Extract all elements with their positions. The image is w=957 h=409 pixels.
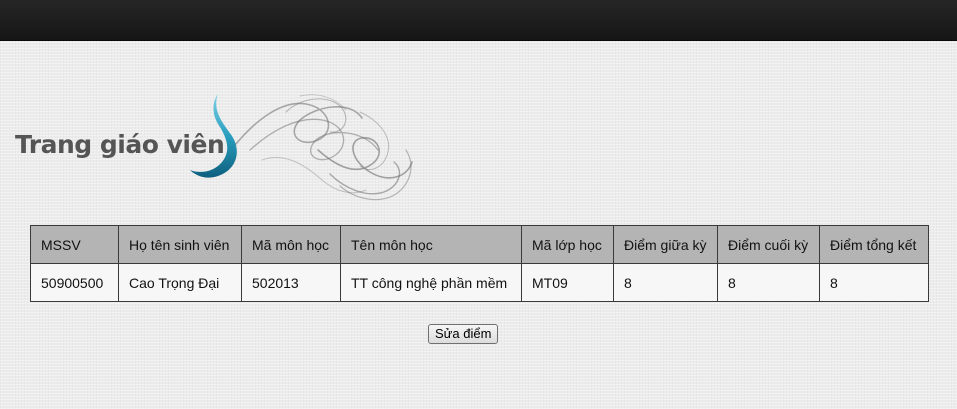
column-header-total-score: Điểm tổng kết: [819, 225, 929, 264]
column-header-final-score: Điểm cuối kỳ: [717, 225, 820, 264]
cell-class-code: MT09: [521, 263, 614, 302]
cell-student-name: Cao Trọng Đại: [118, 263, 242, 302]
table-header-row: MSSV Họ tên sinh viên Mã môn học Tên môn…: [30, 225, 929, 264]
top-navigation-bar: [0, 0, 957, 41]
column-header-mssv: MSSV: [30, 225, 119, 264]
cell-course-code: 502013: [241, 263, 341, 302]
column-header-class-code: Mã lớp học: [521, 225, 614, 264]
column-header-course-name: Tên môn học: [340, 225, 522, 264]
grades-table: MSSV Họ tên sinh viên Mã môn học Tên môn…: [30, 225, 929, 302]
table-row: 50900500 Cao Trọng Đại 502013 TT công ng…: [30, 263, 929, 302]
cell-course-name: TT công nghệ phần mềm: [340, 263, 522, 302]
edit-grades-button[interactable]: Sửa điểm: [428, 324, 499, 344]
cell-final-score: 8: [717, 263, 820, 302]
column-header-midterm-score: Điểm giữa kỳ: [613, 225, 718, 264]
banner-logo: Trang giáo viên: [0, 90, 440, 210]
cell-mssv: 50900500: [30, 263, 119, 302]
cell-total-score: 8: [819, 263, 929, 302]
page-title: Trang giáo viên: [15, 130, 225, 159]
cell-midterm-score: 8: [613, 263, 718, 302]
column-header-course-code: Mã môn học: [241, 225, 341, 264]
column-header-student-name: Họ tên sinh viên: [118, 225, 242, 264]
